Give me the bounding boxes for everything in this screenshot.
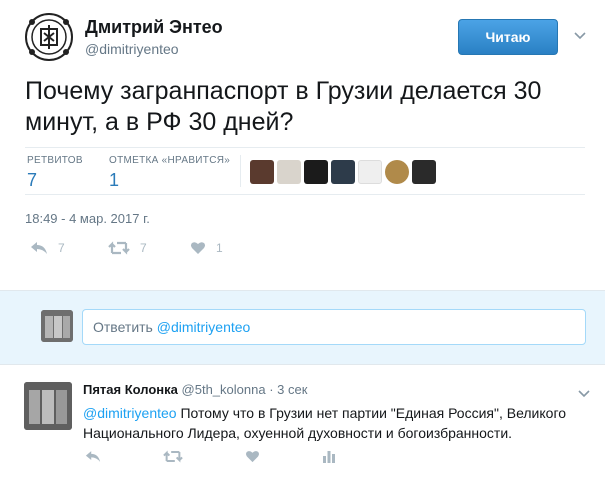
reply-author-handle[interactable]: @5th_kolonna bbox=[182, 382, 266, 397]
reply-placeholder-handle: @dimitriyenteo bbox=[156, 319, 251, 335]
reply-text: @dimitriyenteo Потому что в Грузии нет п… bbox=[83, 403, 588, 443]
retweets-count[interactable]: 7 bbox=[27, 170, 37, 191]
heart-icon bbox=[245, 450, 260, 467]
liker-avatar-6[interactable] bbox=[385, 160, 409, 184]
divider bbox=[25, 147, 585, 148]
tweet-text: Почему загранпаспорт в Грузии делается 3… bbox=[25, 77, 542, 136]
reply-time[interactable]: 3 сек bbox=[277, 382, 307, 397]
likers-avatars bbox=[250, 160, 436, 184]
like-button[interactable] bbox=[245, 450, 260, 468]
like-count: 1 bbox=[216, 241, 223, 255]
heart-icon bbox=[190, 241, 206, 255]
liker-avatar-3[interactable] bbox=[304, 160, 328, 184]
reply-input[interactable]: Ответить @dimitriyenteo bbox=[82, 309, 586, 345]
reply-count: 7 bbox=[58, 241, 65, 255]
reply-tweet[interactable]: Пятая Колонка @5th_kolonna · 3 сек @dimi… bbox=[0, 366, 605, 480]
reply-author-avatar[interactable] bbox=[24, 382, 72, 430]
following-button[interactable]: Читаю bbox=[458, 19, 558, 55]
retweets-label: РЕТВИТОВ bbox=[27, 155, 83, 166]
liker-avatar-1[interactable] bbox=[250, 160, 274, 184]
reply-icon bbox=[30, 241, 48, 255]
retweet-icon bbox=[163, 450, 183, 467]
separator-dot: · bbox=[269, 382, 274, 397]
author-handle[interactable]: @dimitriyenteo bbox=[85, 41, 179, 57]
retweet-button[interactable] bbox=[163, 450, 183, 468]
current-user-avatar[interactable] bbox=[41, 310, 73, 342]
main-tweet: Дмитрий Энтео @dimitriyenteo Читаю Почем… bbox=[0, 0, 605, 290]
divider bbox=[240, 155, 241, 187]
divider bbox=[25, 194, 585, 195]
reply-author-name[interactable]: Пятая Колонка bbox=[83, 382, 178, 397]
liker-avatar-4[interactable] bbox=[331, 160, 355, 184]
reply-header: Пятая Колонка @5th_kolonna · 3 сек bbox=[83, 382, 307, 397]
reply-composer: Ответить @dimitriyenteo bbox=[0, 290, 605, 365]
retweet-button[interactable]: 7 bbox=[108, 241, 147, 255]
reply-button[interactable]: 7 bbox=[30, 241, 65, 255]
retweet-icon bbox=[108, 241, 130, 255]
reply-button[interactable] bbox=[85, 450, 101, 468]
analytics-button[interactable] bbox=[323, 450, 335, 468]
likes-label: ОТМЕТКА «НРАВИТСЯ» bbox=[109, 155, 231, 166]
author-avatar[interactable] bbox=[25, 13, 73, 61]
bar-chart-icon bbox=[323, 450, 335, 467]
liker-avatar-5[interactable] bbox=[358, 160, 382, 184]
reply-icon bbox=[85, 450, 101, 467]
like-button[interactable]: 1 bbox=[190, 241, 223, 255]
likes-count[interactable]: 1 bbox=[109, 170, 119, 191]
liker-avatar-2[interactable] bbox=[277, 160, 301, 184]
reply-placeholder: Ответить bbox=[93, 319, 157, 335]
liker-avatar-7[interactable] bbox=[412, 160, 436, 184]
chevron-down-icon[interactable] bbox=[573, 29, 587, 43]
chevron-down-icon[interactable] bbox=[578, 386, 590, 398]
author-name[interactable]: Дмитрий Энтео bbox=[85, 17, 223, 38]
tweet-timestamp[interactable]: 18:49 - 4 мар. 2017 г. bbox=[25, 211, 150, 226]
reply-mention[interactable]: @dimitriyenteo bbox=[83, 405, 177, 421]
retweet-count: 7 bbox=[140, 241, 147, 255]
